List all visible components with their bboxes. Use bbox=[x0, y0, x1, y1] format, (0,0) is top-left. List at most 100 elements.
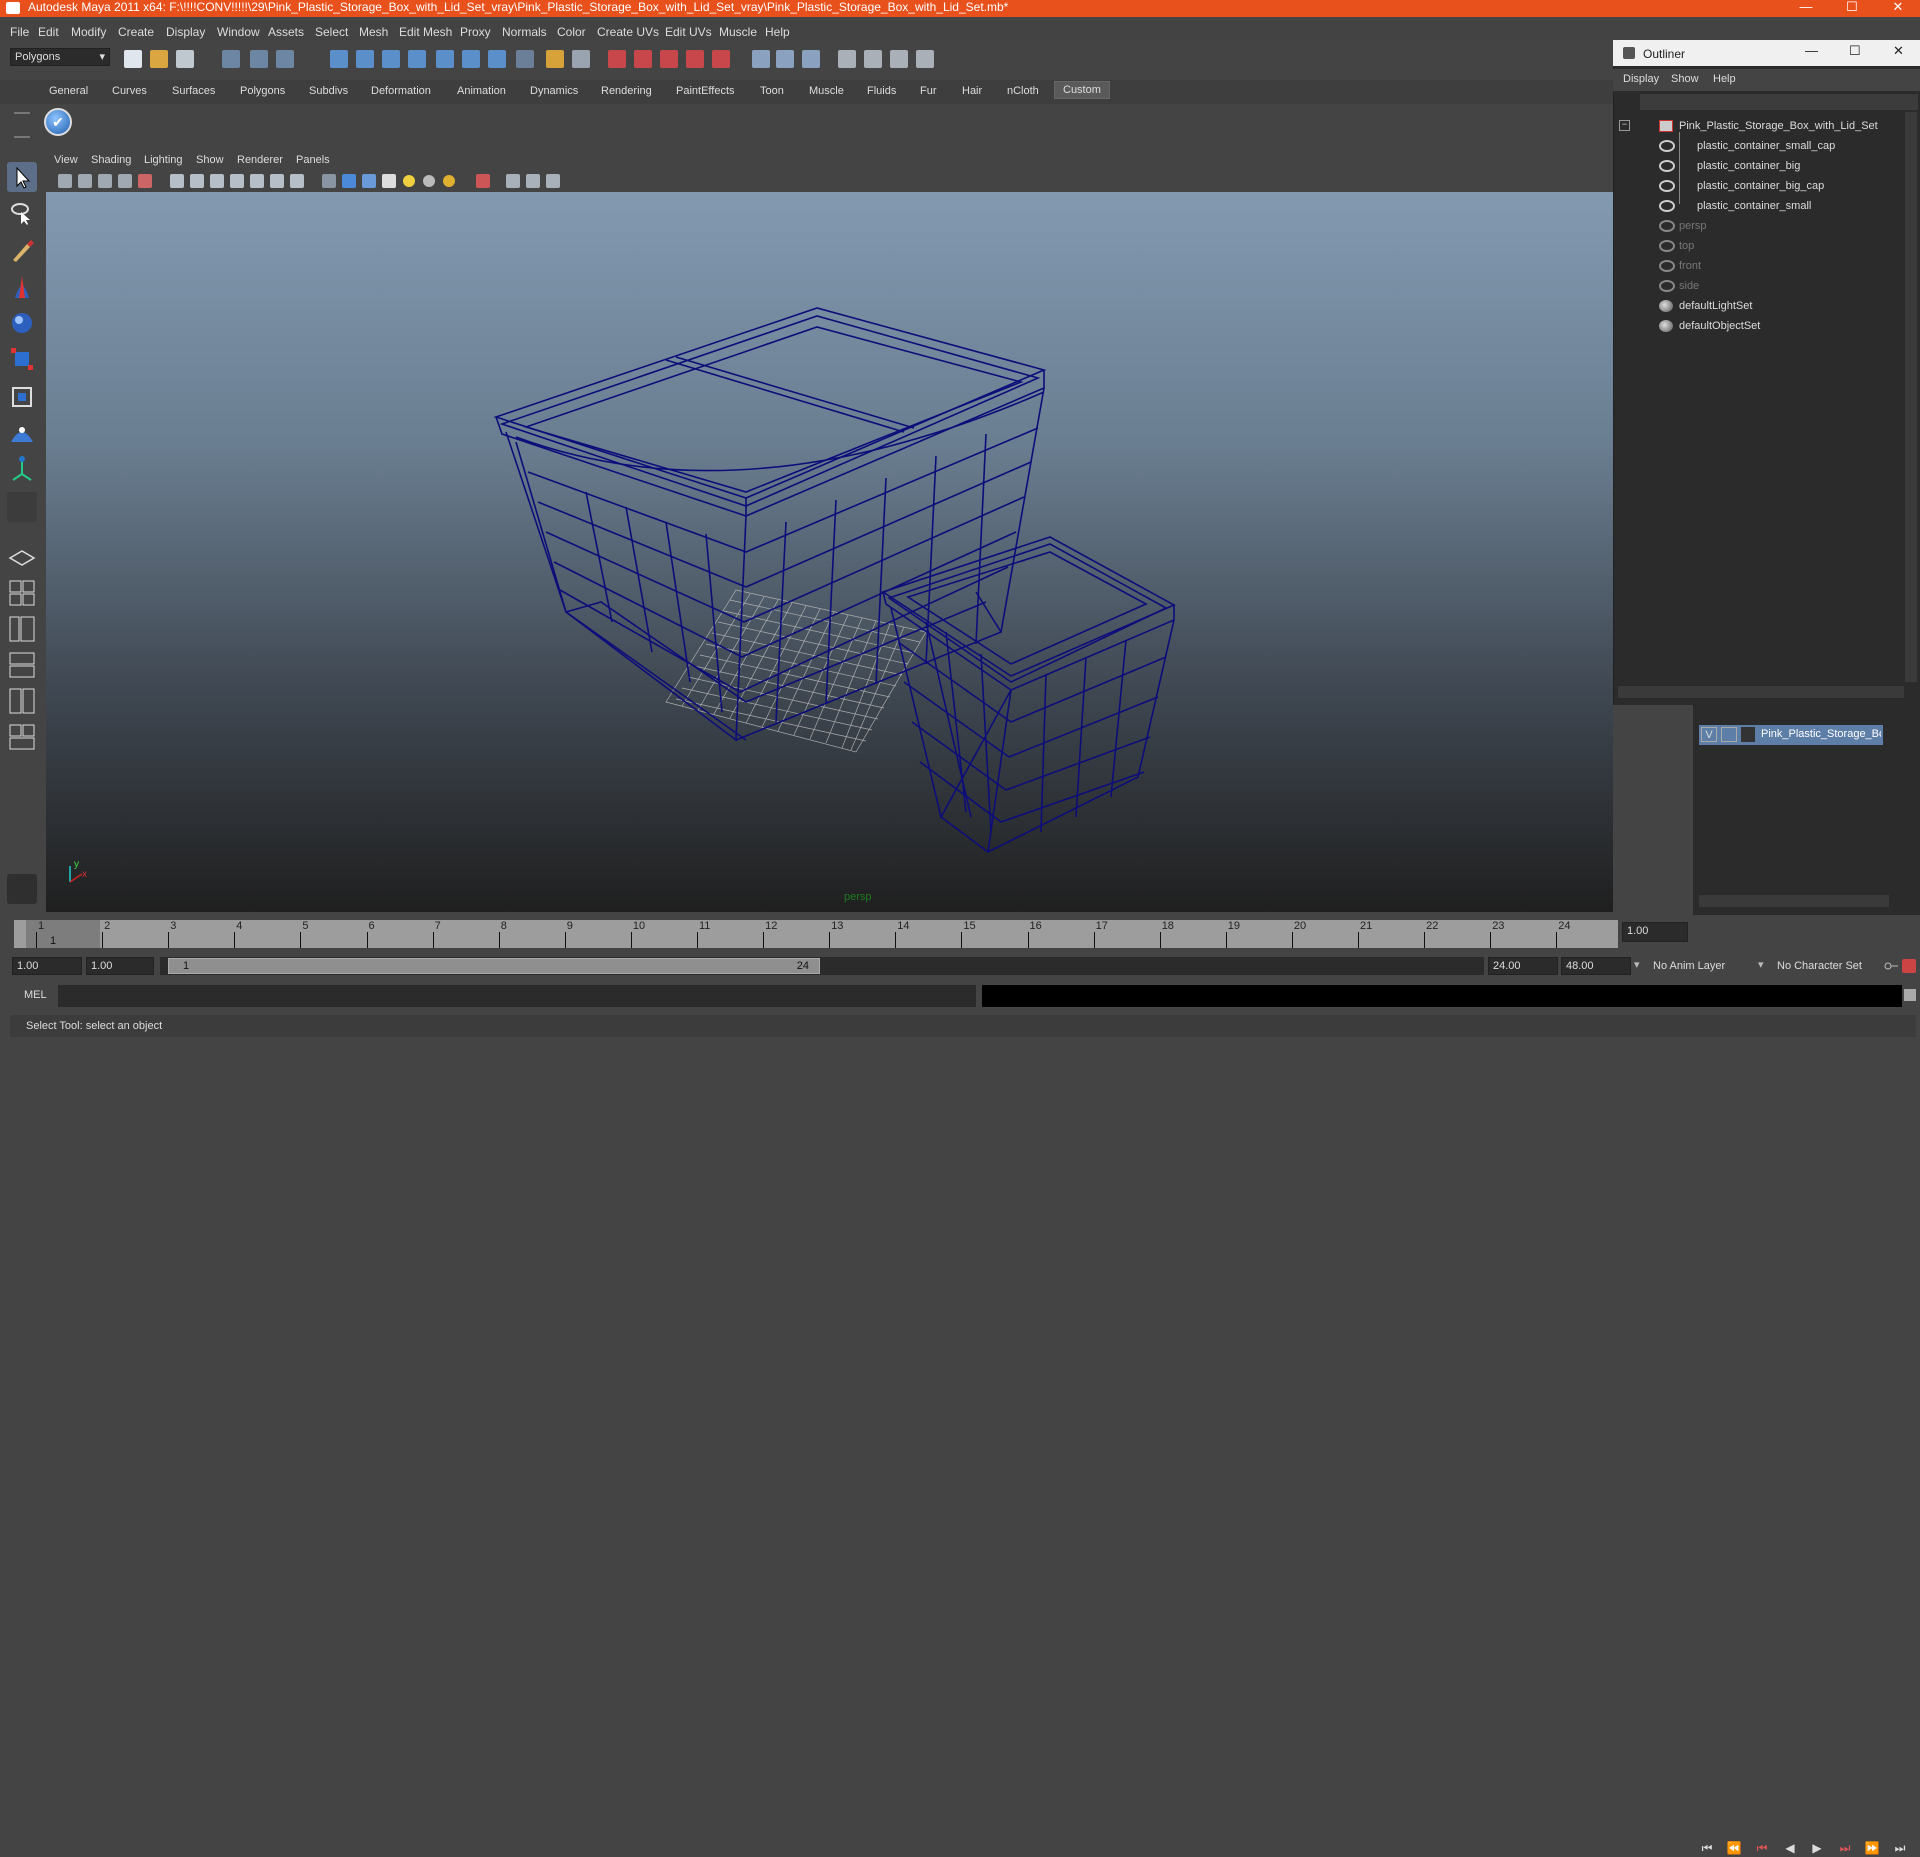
panel-menu-shading[interactable]: Shading bbox=[91, 154, 131, 166]
playback-end-field[interactable]: 24.00 bbox=[1488, 957, 1558, 975]
time-slider[interactable]: 1 1 2 3 4 5 6 7 8 9 10 11 12 13 14 15 16 17 18 19 20 21 22 23 2… bbox=[0, 915, 1920, 1855]
anim-layer-dropdown[interactable]: No Anim Layer bbox=[1648, 957, 1756, 975]
xray-joints-icon[interactable] bbox=[526, 174, 540, 188]
tab-animation[interactable]: Animation bbox=[457, 85, 506, 97]
play-backward-icon[interactable]: ◀ bbox=[1781, 1839, 1799, 1857]
last-tool-used-icon[interactable] bbox=[7, 492, 37, 522]
layer-display-type-toggle[interactable] bbox=[1721, 727, 1737, 742]
current-frame-field[interactable]: 1.00 bbox=[1622, 922, 1688, 942]
snap-grid-icon[interactable] bbox=[330, 50, 348, 68]
menu-create[interactable]: Create bbox=[118, 25, 154, 39]
command-language-label[interactable]: MEL bbox=[24, 989, 47, 1001]
menu-set-dropdown[interactable]: Polygons ▾ bbox=[10, 48, 110, 66]
menu-edit-mesh[interactable]: Edit Mesh bbox=[399, 25, 452, 39]
select-tool-icon[interactable] bbox=[7, 162, 37, 192]
outliner-maximize-button[interactable]: ☐ bbox=[1849, 43, 1861, 59]
tab-general[interactable]: General bbox=[49, 85, 88, 97]
step-back-key-icon[interactable]: ⏮ bbox=[1753, 1839, 1771, 1857]
hypershade-layout-icon[interactable] bbox=[7, 686, 37, 716]
checkmark-shelf-icon[interactable]: ✔ bbox=[44, 108, 72, 136]
panel-menu-renderer[interactable]: Renderer bbox=[237, 154, 283, 166]
image-plane-icon[interactable] bbox=[98, 174, 112, 188]
tab-polygons[interactable]: Polygons bbox=[240, 85, 285, 97]
resolution-gate-icon[interactable] bbox=[210, 174, 224, 188]
universal-manipulator-icon[interactable] bbox=[7, 382, 37, 412]
construction-history-icon[interactable] bbox=[488, 50, 506, 68]
time-slider-track[interactable]: 1 1 2 3 4 5 6 7 8 9 10 11 12 13 14 15 16 17 18 19 20 21 22 23 2… bbox=[14, 920, 1618, 948]
panel-menu-lighting[interactable]: Lighting bbox=[144, 154, 183, 166]
outliner-item-persp[interactable]: persp bbox=[1679, 220, 1707, 232]
wireframe-on-shaded-icon[interactable] bbox=[362, 174, 376, 188]
menu-edit-uvs[interactable]: Edit UVs bbox=[665, 25, 712, 39]
xray-components-icon[interactable] bbox=[546, 174, 560, 188]
tab-rendering[interactable]: Rendering bbox=[601, 85, 652, 97]
outliner-item-side[interactable]: side bbox=[1679, 280, 1699, 292]
magnet-icon-3[interactable] bbox=[660, 50, 678, 68]
chevron-down-icon[interactable]: ▾ bbox=[1634, 958, 1640, 971]
select-component-icon[interactable] bbox=[276, 50, 294, 68]
grid-toggle-icon[interactable] bbox=[170, 174, 184, 188]
menu-color[interactable]: Color bbox=[557, 25, 586, 39]
custom-layout-icon[interactable] bbox=[7, 722, 37, 752]
safe-title-icon[interactable] bbox=[290, 174, 304, 188]
menu-muscle[interactable]: Muscle bbox=[719, 25, 757, 39]
tab-fur[interactable]: Fur bbox=[920, 85, 937, 97]
grease-pencil-icon[interactable] bbox=[138, 174, 152, 188]
layer-row[interactable]: V Pink_Plastic_Storage_Box bbox=[1699, 725, 1883, 745]
open-scene-icon[interactable] bbox=[150, 50, 168, 68]
minimize-button[interactable]: — bbox=[1786, 0, 1826, 15]
wireframe-shading-icon[interactable] bbox=[322, 174, 336, 188]
tab-ncloth[interactable]: nCloth bbox=[1007, 85, 1039, 97]
tab-custom[interactable]: Custom bbox=[1054, 81, 1110, 99]
rotate-tool-icon[interactable] bbox=[7, 308, 37, 338]
two-d-pan-icon[interactable] bbox=[118, 174, 132, 188]
select-object-icon[interactable] bbox=[250, 50, 268, 68]
bookmarks-icon[interactable] bbox=[78, 174, 92, 188]
magnet-icon-5[interactable] bbox=[712, 50, 730, 68]
play-forward-icon[interactable]: ▶ bbox=[1808, 1839, 1826, 1857]
collapse-toggle-icon[interactable]: − bbox=[1619, 120, 1630, 131]
tab-deformation[interactable]: Deformation bbox=[371, 85, 431, 97]
menu-file[interactable]: File bbox=[10, 25, 29, 39]
history-icon[interactable] bbox=[462, 50, 480, 68]
maximize-button[interactable]: ☐ bbox=[1832, 0, 1872, 15]
render-settings-icon[interactable] bbox=[802, 50, 820, 68]
paint-select-tool-icon[interactable] bbox=[7, 236, 37, 266]
magnet-icon-1[interactable] bbox=[608, 50, 626, 68]
textured-icon[interactable] bbox=[382, 174, 396, 188]
outliner-menu-display[interactable]: Display bbox=[1623, 73, 1659, 85]
menu-assets[interactable]: Assets bbox=[268, 25, 304, 39]
outliner-horizontal-scrollbar[interactable] bbox=[1618, 686, 1904, 698]
menu-normals[interactable]: Normals bbox=[502, 25, 547, 39]
character-set-dropdown[interactable]: No Character Set bbox=[1772, 957, 1886, 975]
persp-outliner-layout-icon[interactable] bbox=[7, 614, 37, 644]
outliner-menu-help[interactable]: Help bbox=[1713, 73, 1736, 85]
playback-start-field[interactable]: 1.00 bbox=[86, 957, 154, 975]
tab-painteffects[interactable]: PaintEffects bbox=[676, 85, 735, 97]
snap-curve-icon[interactable] bbox=[356, 50, 374, 68]
snap-view-plane-icon[interactable] bbox=[408, 50, 426, 68]
panel-menu-panels[interactable]: Panels bbox=[296, 154, 330, 166]
gate-mask-icon[interactable] bbox=[230, 174, 244, 188]
persp-graph-layout-icon[interactable] bbox=[7, 650, 37, 680]
outliner-item-front[interactable]: front bbox=[1679, 260, 1701, 272]
outliner-item-big[interactable]: plastic_container_big bbox=[1697, 160, 1800, 172]
lock-icon[interactable] bbox=[546, 50, 564, 68]
animation-start-field[interactable]: 1.00 bbox=[12, 957, 82, 975]
menu-create-uvs[interactable]: Create UVs bbox=[597, 25, 659, 39]
single-perspective-layout-icon[interactable] bbox=[7, 542, 37, 572]
magnet-icon-2[interactable] bbox=[634, 50, 652, 68]
selection-highlight-icon[interactable] bbox=[572, 50, 590, 68]
menu-display[interactable]: Display bbox=[166, 25, 205, 39]
outliner-vertical-scrollbar[interactable] bbox=[1905, 112, 1917, 682]
show-tool-settings-icon[interactable] bbox=[864, 50, 882, 68]
outliner-filter-field[interactable] bbox=[1640, 94, 1918, 110]
tab-fluids[interactable]: Fluids bbox=[867, 85, 896, 97]
smooth-shading-icon[interactable] bbox=[342, 174, 356, 188]
tab-toon[interactable]: Toon bbox=[760, 85, 784, 97]
step-back-icon[interactable]: ⏪ bbox=[1725, 1839, 1743, 1857]
perspective-viewport[interactable]: y x persp bbox=[46, 192, 1613, 912]
outliner-close-button[interactable]: ✕ bbox=[1893, 43, 1904, 59]
step-forward-icon[interactable]: ⏩ bbox=[1863, 1839, 1881, 1857]
scale-tool-icon[interactable] bbox=[7, 344, 37, 374]
